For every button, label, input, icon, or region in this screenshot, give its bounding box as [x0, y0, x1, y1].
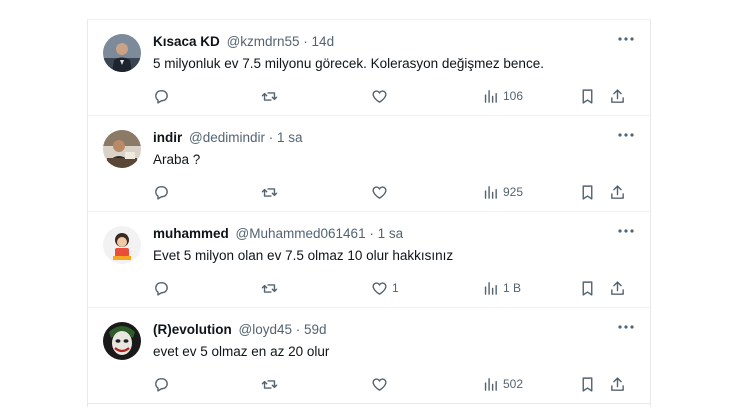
author-handle[interactable]: @kzmdrn55	[227, 34, 300, 49]
reply-icon	[155, 185, 168, 200]
views-button[interactable]: 106	[482, 86, 523, 106]
share-icon	[611, 184, 624, 199]
author-name[interactable]: indir	[153, 130, 182, 145]
cartoon-figure-avatar-icon	[103, 226, 141, 264]
share-icon	[611, 280, 624, 295]
tweet-text: evet ev 5 olmaz en az 20 olur	[153, 344, 330, 359]
more-options-icon[interactable]	[616, 32, 636, 46]
bookmark-button[interactable]	[579, 86, 596, 106]
bookmark-button[interactable]	[579, 278, 596, 298]
timestamp[interactable]: 14d	[312, 34, 335, 49]
heart-icon	[372, 281, 387, 295]
author-handle[interactable]: @Muhammed061461	[236, 226, 366, 241]
views-chart-icon	[484, 377, 497, 391]
man-at-desk-avatar-icon	[103, 130, 141, 168]
tweet[interactable]: (R)evolution @loyd45 · 59d evet ev 5 olm…	[88, 308, 650, 404]
share-icon	[611, 376, 624, 391]
tweet-header: (R)evolution @loyd45 · 59d	[153, 322, 327, 337]
tweet-text: Evet 5 milyon olan ev 7.5 olmaz 10 olur …	[153, 248, 454, 263]
like-count: 1	[392, 281, 399, 295]
share-icon	[611, 88, 624, 103]
bookmark-icon	[582, 280, 593, 296]
share-button[interactable]	[609, 86, 626, 106]
like-button[interactable]	[371, 86, 392, 106]
retweet-button[interactable]	[261, 278, 278, 298]
timestamp[interactable]: 1 sa	[277, 130, 303, 145]
author-name[interactable]: Kısaca KD	[153, 34, 220, 49]
retweet-icon	[261, 187, 278, 197]
action-bar: 925	[153, 182, 636, 202]
views-button[interactable]: 502	[482, 374, 523, 394]
share-button[interactable]	[609, 182, 626, 202]
view-count: 1 B	[503, 281, 522, 295]
like-button[interactable]: 1	[371, 278, 399, 298]
bookmark-button[interactable]	[579, 182, 596, 202]
reply-timeline: Kısaca KD @kzmdrn55 · 14d 5 milyonluk ev…	[87, 19, 651, 407]
action-bar: 502	[153, 374, 636, 394]
views-chart-icon	[484, 281, 497, 295]
tweet[interactable]: indir @dedimindir · 1 sa Araba ? 925	[88, 116, 650, 212]
view-count: 925	[503, 185, 524, 199]
reply-icon	[155, 281, 168, 296]
author-name[interactable]: muhammed	[153, 226, 229, 241]
tweet-header: indir @dedimindir · 1 sa	[153, 130, 303, 145]
reply-button[interactable]	[153, 86, 170, 106]
retweet-icon	[261, 283, 278, 293]
reply-icon	[155, 89, 168, 104]
action-bar: 106	[153, 86, 636, 106]
view-count: 502	[503, 377, 524, 391]
reply-button[interactable]	[153, 278, 170, 298]
more-options-icon[interactable]	[616, 320, 636, 334]
views-button[interactable]: 1 B	[482, 278, 521, 298]
like-button[interactable]	[371, 182, 392, 202]
reply-button[interactable]	[153, 182, 170, 202]
heart-icon	[372, 185, 387, 199]
view-count: 106	[503, 89, 524, 103]
bookmark-icon	[582, 184, 593, 200]
author-handle[interactable]: @dedimindir	[189, 130, 265, 145]
share-button[interactable]	[609, 278, 626, 298]
tweet-header: Kısaca KD @kzmdrn55 · 14d	[153, 34, 335, 49]
avatar[interactable]	[103, 34, 141, 72]
more-options-icon[interactable]	[616, 224, 636, 238]
reply-icon	[155, 377, 168, 392]
retweet-button[interactable]	[261, 182, 278, 202]
avatar[interactable]	[103, 226, 141, 264]
retweet-button[interactable]	[261, 86, 278, 106]
tweet-text: Araba ?	[153, 152, 201, 167]
heart-icon	[372, 89, 387, 103]
bookmark-icon	[582, 376, 593, 392]
share-button[interactable]	[609, 374, 626, 394]
retweet-icon	[261, 379, 278, 389]
joker-face-avatar-icon	[103, 322, 141, 360]
like-button[interactable]	[371, 374, 392, 394]
author-name[interactable]: (R)evolution	[153, 322, 232, 337]
author-handle[interactable]: @loyd45	[239, 322, 293, 337]
views-button[interactable]: 925	[482, 182, 523, 202]
avatar[interactable]	[103, 322, 141, 360]
timestamp[interactable]: 59d	[304, 322, 327, 337]
bookmark-icon	[582, 88, 593, 104]
avatar[interactable]	[103, 130, 141, 168]
tweet-text: 5 milyonluk ev 7.5 milyonu görecek. Kole…	[153, 56, 544, 71]
more-options-icon[interactable]	[616, 128, 636, 142]
views-chart-icon	[484, 185, 497, 199]
action-bar: 1 1 B	[153, 278, 636, 298]
heart-icon	[372, 377, 387, 391]
retweet-icon	[261, 91, 278, 101]
tweet-header: muhammed @Muhammed061461 · 1 sa	[153, 226, 404, 241]
views-chart-icon	[484, 89, 497, 103]
tweet[interactable]: muhammed @Muhammed061461 · 1 sa Evet 5 m…	[88, 212, 650, 308]
timestamp[interactable]: 1 sa	[378, 226, 404, 241]
retweet-button[interactable]	[261, 374, 278, 394]
bookmark-button[interactable]	[579, 374, 596, 394]
tweet[interactable]: Kısaca KD @kzmdrn55 · 14d 5 milyonluk ev…	[88, 20, 650, 116]
man-in-suit-avatar-icon	[103, 34, 141, 72]
reply-button[interactable]	[153, 374, 170, 394]
